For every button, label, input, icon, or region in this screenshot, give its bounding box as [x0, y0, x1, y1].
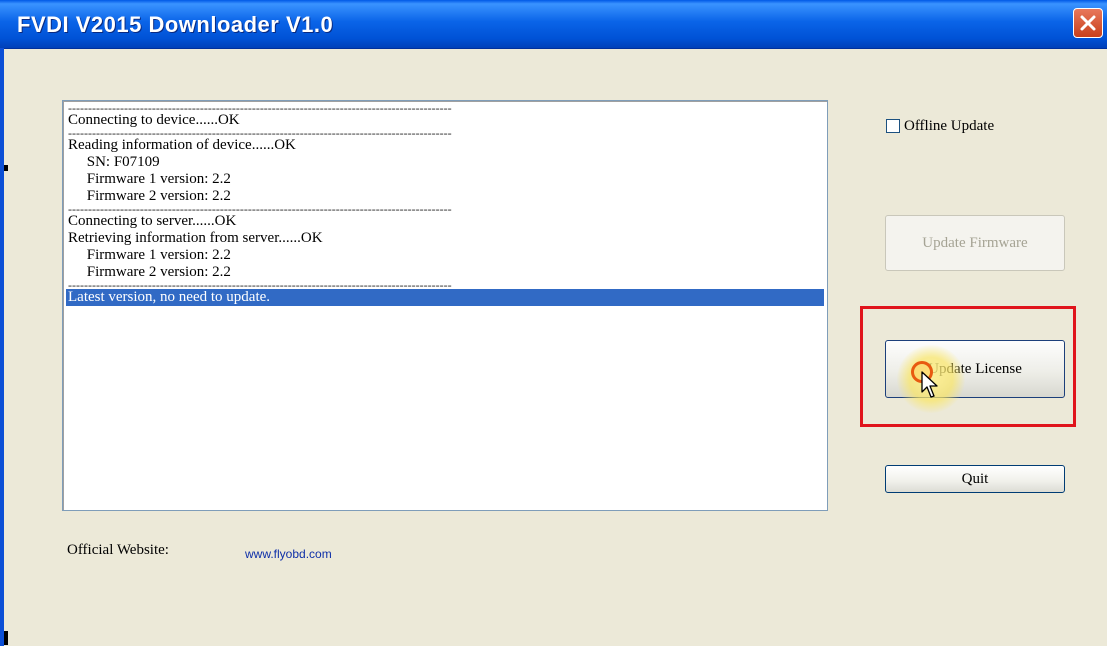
close-button[interactable] — [1073, 8, 1103, 38]
log-line[interactable]: Firmware 1 version: 2.2 — [66, 171, 824, 188]
log-line[interactable]: Retrieving information from server......… — [66, 230, 824, 247]
log-line[interactable]: Firmware 1 version: 2.2 — [66, 247, 824, 264]
title-bar: FVDI V2015 Downloader V1.0 — [0, 0, 1107, 49]
log-separator: ----------------------------------------… — [68, 129, 452, 137]
update-firmware-button[interactable]: Update Firmware — [885, 215, 1065, 271]
quit-button[interactable]: Quit — [885, 465, 1065, 493]
log-line[interactable]: SN: F07109 — [66, 154, 824, 171]
mouse-cursor-icon — [921, 371, 938, 398]
website-label: Official Website: — [67, 542, 169, 558]
window-title: FVDI V2015 Downloader V1.0 — [17, 12, 334, 37]
log-line[interactable]: Connecting to server......OK — [66, 213, 824, 230]
offline-update-label: Offline Update — [904, 118, 995, 134]
log-separator: ----------------------------------------… — [68, 104, 452, 112]
offline-update-checkbox[interactable] — [886, 119, 900, 133]
log-line-selected[interactable]: Latest version, no need to update. — [66, 289, 824, 306]
log-line[interactable]: Firmware 2 version: 2.2 — [66, 188, 824, 205]
highlight-box — [860, 306, 1076, 427]
log-line[interactable]: Firmware 2 version: 2.2 — [66, 264, 824, 281]
log-listbox[interactable]: ----------------------------------------… — [62, 100, 828, 511]
log-separator: ----------------------------------------… — [68, 281, 452, 289]
close-icon — [1080, 15, 1096, 31]
log-separator: ----------------------------------------… — [68, 205, 452, 213]
log-line[interactable]: Reading information of device......OK — [66, 137, 824, 154]
website-link[interactable]: www.flyobd.com — [245, 547, 332, 561]
window-left-border — [0, 48, 8, 646]
log-lines: ----------------------------------------… — [66, 104, 824, 507]
log-line[interactable]: Connecting to device......OK — [66, 112, 824, 129]
